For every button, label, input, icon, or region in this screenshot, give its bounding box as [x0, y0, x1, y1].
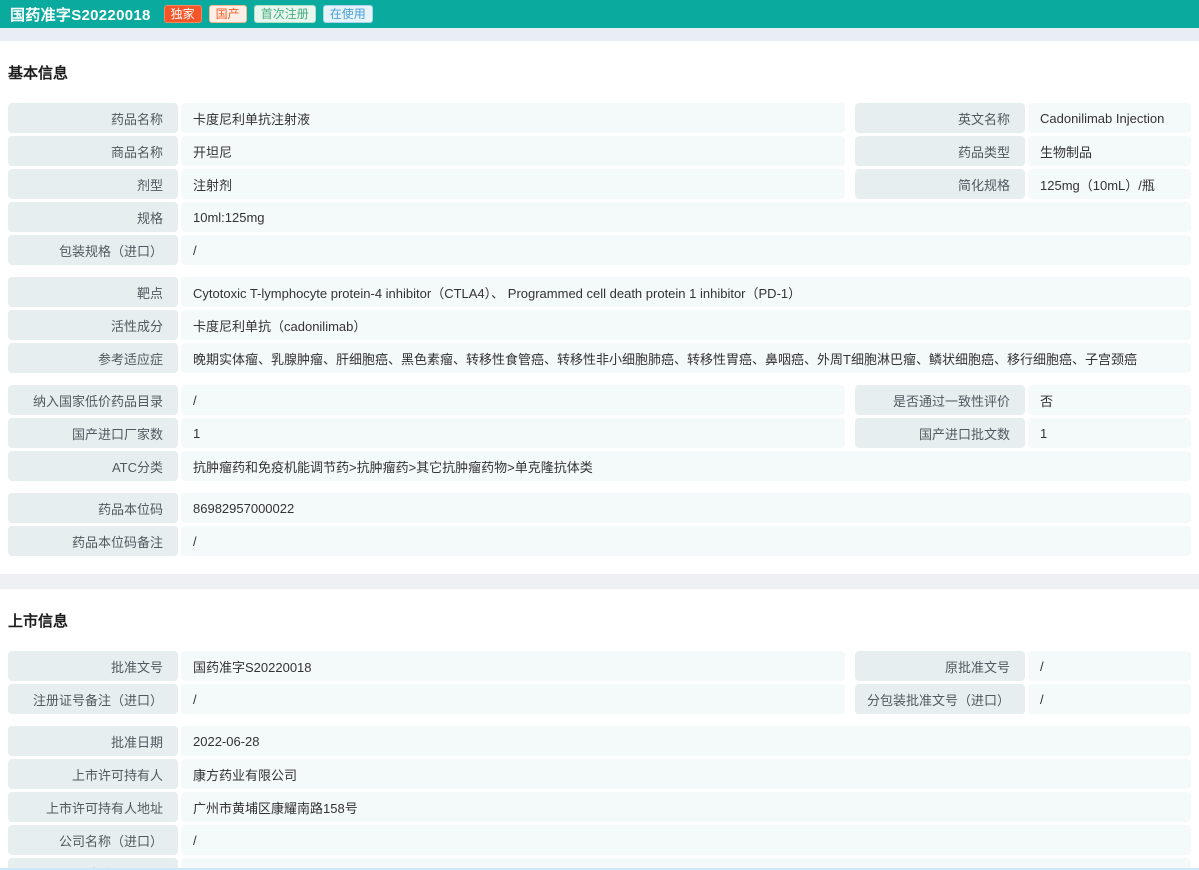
field-label: 靶点: [8, 277, 178, 307]
field-label: ATC分类: [8, 451, 178, 481]
field-label: 活性成分: [8, 310, 178, 340]
field-label: 药品本位码: [8, 493, 178, 523]
field-label: 国产进口厂家数: [8, 418, 178, 448]
field-value: 10ml:125mg: [181, 202, 1191, 232]
badge-domestic: 国产: [208, 5, 247, 23]
field-row: 批准日期 2022-06-28: [8, 726, 1191, 756]
field-label: 批准日期: [8, 726, 178, 756]
field-label: 注册证号备注（进口）: [8, 684, 178, 714]
field-value: 2022-06-28: [181, 726, 1191, 756]
field-value: 卡度尼利单抗（cadonilimab）: [181, 310, 1191, 340]
field-value: 抗肿瘤药和免疫机能调节药>抗肿瘤药>其它抗肿瘤药物>单克隆抗体类: [181, 451, 1191, 481]
field-row: 包装规格（进口） /: [8, 235, 1191, 265]
section-title: 基本信息: [8, 65, 69, 82]
field-value: /: [181, 684, 845, 714]
status-badges: 独家 国产 首次注册 在使用: [163, 5, 373, 23]
field-label: 国产进口批文数: [855, 418, 1025, 448]
field-block: 批准日期 2022-06-28 上市许可持有人 康方药业有限公司 上市许可持有人地址 广州…: [8, 726, 1191, 870]
badge-first-registration: 首次注册: [253, 5, 316, 23]
field-label: 药品本位码备注: [8, 526, 178, 556]
field-row: 公司名称（进口） /: [8, 825, 1191, 855]
field-value: /: [181, 526, 1191, 556]
field-value: 康方药业有限公司: [181, 759, 1191, 789]
field-value: 广州市黄埔区康耀南路158号: [181, 792, 1191, 822]
field-row: 靶点 Cytotoxic T-lymphocyte protein-4 inhib…: [8, 277, 1191, 307]
field-label: 英文名称: [855, 103, 1025, 133]
field-value: /: [181, 235, 1191, 265]
field-block: 药品名称 卡度尼利单抗注射液 英文名称 Cadonilimab Injection 商品…: [8, 103, 1191, 265]
field-label: 参考适应症: [8, 343, 178, 373]
field-block: 批准文号 国药准字S20220018 原批准文号 / 注册证号备注（进口） / 分包装批准文…: [8, 651, 1191, 714]
field-label: 药品类型: [855, 136, 1025, 166]
field-row: 批准文号 国药准字S20220018 原批准文号 /: [8, 651, 1191, 681]
field-value: 125mg（10mL）/瓶: [1028, 169, 1191, 199]
field-row: 纳入国家低价药品目录 / 是否通过一致性评价否: [8, 385, 1191, 415]
field-label: 分包装批准文号（进口）: [855, 684, 1025, 714]
field-block: 药品本位码 86982957000022 药品本位码备注 /: [8, 493, 1191, 556]
badge-exclusive: 独家: [163, 5, 202, 23]
field-label: 剂型: [8, 169, 178, 199]
field-row: 上市许可持有人地址 广州市黄埔区康耀南路158号: [8, 792, 1191, 822]
field-row: 药品名称 卡度尼利单抗注射液 英文名称 Cadonilimab Injection: [8, 103, 1191, 133]
field-block: 靶点 Cytotoxic T-lymphocyte protein-4 inhib…: [8, 277, 1191, 373]
field-value: 开坦尼: [181, 136, 845, 166]
field-label: 上市许可持有人地址: [8, 792, 178, 822]
field-label: 上市许可持有人: [8, 759, 178, 789]
approval-number-title: 国药准字S20220018: [10, 6, 151, 24]
field-value: 注射剂: [181, 169, 845, 199]
field-row: 药品本位码备注 /: [8, 526, 1191, 556]
field-label: 原批准文号: [855, 651, 1025, 681]
field-value: Cadonilimab Injection: [1028, 103, 1191, 133]
field-label: 商品名称: [8, 136, 178, 166]
field-label: 批准文号: [8, 651, 178, 681]
field-row: 剂型 注射剂 简化规格 125mg（10mL）/瓶: [8, 169, 1191, 199]
field-value: 1: [181, 418, 845, 448]
field-label: 药品名称: [8, 103, 178, 133]
field-row: 商品名称 开坦尼 药品类型 生物制品: [8, 136, 1191, 166]
field-label: 规格: [8, 202, 178, 232]
field-label: 纳入国家低价药品目录: [8, 385, 178, 415]
field-value: 1: [1028, 418, 1191, 448]
field-label: 包装规格（进口）: [8, 235, 178, 265]
section-basic-info: 基本信息药品名称 卡度尼利单抗注射液 英文名称 Cadonilimab Injecti…: [0, 41, 1199, 574]
page-header: 国药准字S20220018 独家 国产 首次注册 在使用: [0, 0, 1199, 28]
field-value: 晚期实体瘤、乳腺肿瘤、肝细胞癌、黑色素瘤、转移性食管癌、转移性非小细胞肺癌、转移…: [181, 343, 1191, 373]
section-marketing-info: 上市信息 批准文号 国药准字S20220018 原批准文号 / 注册证号备注（进口） / 分包…: [0, 589, 1199, 870]
field-row: 规格 10ml:125mg: [8, 202, 1191, 232]
field-row: ATC分类 抗肿瘤药和免疫机能调节药>抗肿瘤药>其它抗肿瘤药物>单克隆抗体类: [8, 451, 1191, 481]
badge-in-use: 在使用: [322, 5, 373, 23]
section-separator: [0, 574, 1199, 589]
field-label: 公司名称（进口）: [8, 825, 178, 855]
field-value: 否: [1028, 385, 1191, 415]
detail-content: 基本信息药品名称 卡度尼利单抗注射液 英文名称 Cadonilimab Injecti…: [0, 41, 1199, 870]
field-value: /: [181, 825, 1191, 855]
field-row: 药品本位码 86982957000022: [8, 493, 1191, 523]
field-row: 活性成分 卡度尼利单抗（cadonilimab）: [8, 310, 1191, 340]
field-block: 纳入国家低价药品目录 / 是否通过一致性评价否国产进口厂家数 1 国产进口批文数 1 ATC…: [8, 385, 1191, 481]
field-value: 卡度尼利单抗注射液: [181, 103, 845, 133]
field-value: 国药准字S20220018: [181, 651, 845, 681]
field-row: 参考适应症 晚期实体瘤、乳腺肿瘤、肝细胞癌、黑色素瘤、转移性食管癌、转移性非小细胞…: [8, 343, 1191, 373]
field-value: /: [1028, 684, 1191, 714]
field-label: 是否通过一致性评价: [855, 385, 1025, 415]
field-value: Cytotoxic T-lymphocyte protein-4 inhibit…: [181, 277, 1191, 307]
field-row: 注册证号备注（进口） / 分包装批准文号（进口） /: [8, 684, 1191, 714]
field-value: 生物制品: [1028, 136, 1191, 166]
field-value: /: [181, 385, 845, 415]
field-label: 简化规格: [855, 169, 1025, 199]
field-row: 上市许可持有人 康方药业有限公司: [8, 759, 1191, 789]
page-background-band: [0, 28, 1199, 41]
field-row: 国产进口厂家数 1 国产进口批文数 1: [8, 418, 1191, 448]
field-value: 86982957000022: [181, 493, 1191, 523]
section-title: 上市信息: [8, 613, 69, 630]
field-value: /: [1028, 651, 1191, 681]
